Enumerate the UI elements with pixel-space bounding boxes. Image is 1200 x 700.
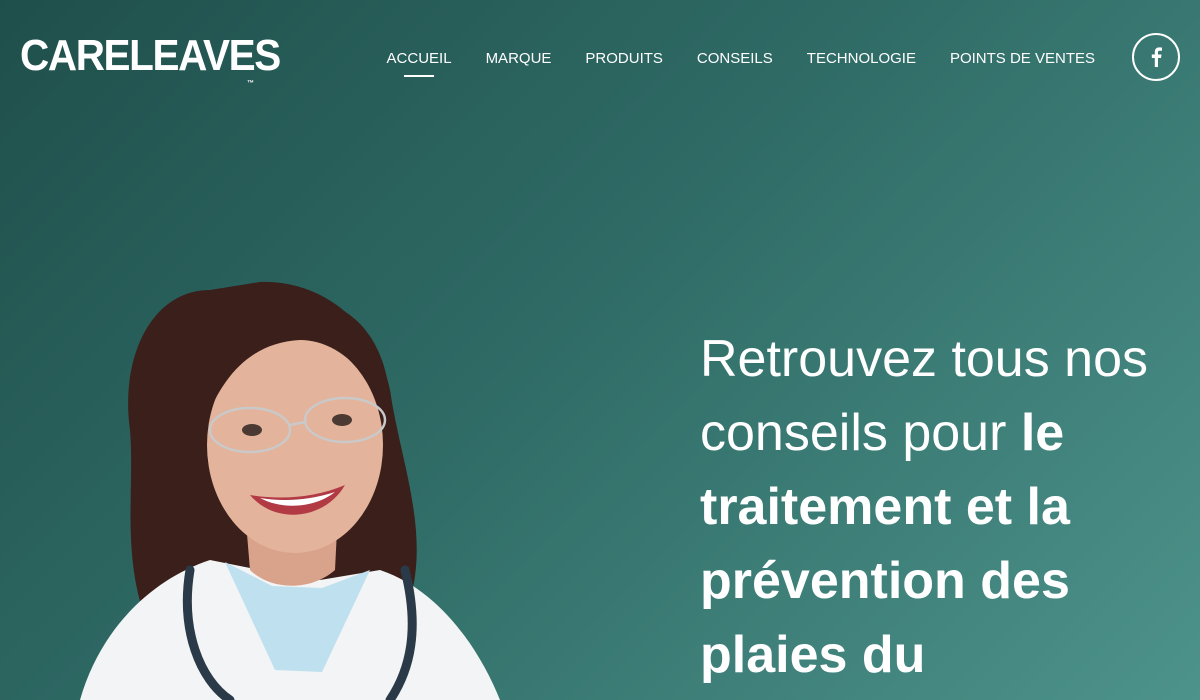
careleaves-logo[interactable]: CARELEAVES [20,34,281,78]
doctor-photo [80,281,500,700]
trademark-symbol: ™ [247,80,254,87]
nav-item-conseils[interactable]: CONSEILS [680,50,790,68]
main-nav: ACCUEIL MARQUE PRODUITS CONSEILS TECHNOL… [370,50,1112,68]
nav-item-technologie[interactable]: TECHNOLOGIE [790,50,933,68]
nav-item-points-de-ventes[interactable]: POINTS DE VENTES [933,50,1112,68]
nav-item-marque[interactable]: MARQUE [469,50,569,68]
nav-item-accueil[interactable]: ACCUEIL [370,50,469,68]
facebook-icon [1151,47,1162,67]
nav-item-produits[interactable]: PRODUITS [568,50,680,68]
hero-headline: Retrouvez tous nos conseils pour le trai… [700,322,1180,692]
headline-light-text: Retrouvez tous nos conseils pour [700,330,1149,462]
facebook-button[interactable] [1132,33,1180,81]
site-header: CARELEAVES ™ ACCUEIL MARQUE PRODUITS CON… [0,0,1200,110]
